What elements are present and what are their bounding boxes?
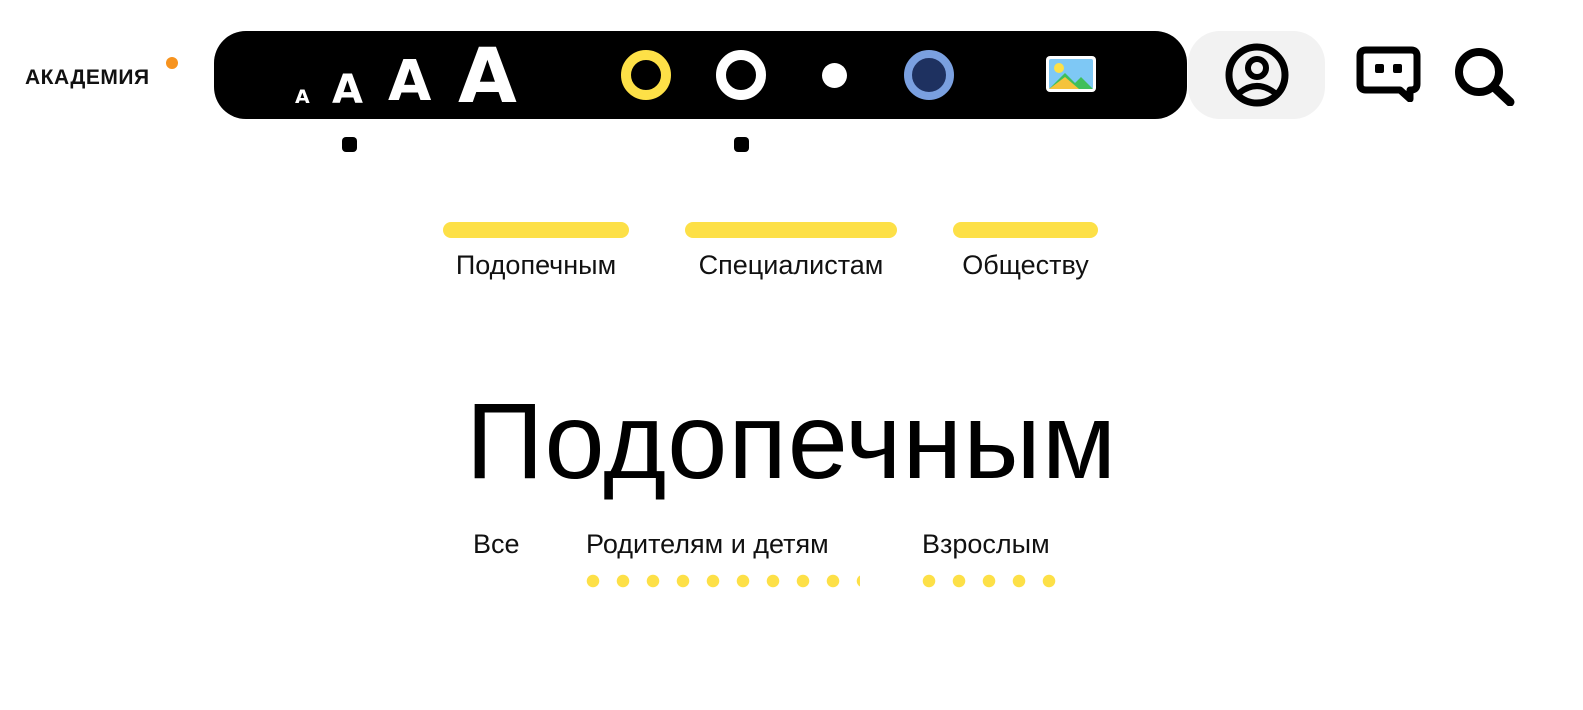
sub-tab-dotted-underline (922, 574, 1068, 588)
audience-tab-society[interactable]: Обществу (953, 222, 1098, 281)
font-size-small-button[interactable]: A (332, 70, 363, 110)
font-size-large-button[interactable]: A (458, 38, 517, 114)
audience-tab-wards[interactable]: Подопечным (443, 222, 629, 281)
sub-tab-label: Все (473, 529, 520, 559)
color-scheme-dot-button[interactable] (822, 63, 847, 88)
user-account-icon (1225, 43, 1289, 107)
tab-indicator (953, 222, 1098, 238)
font-size-smallest-button[interactable]: A (295, 88, 310, 107)
tab-indicator (685, 222, 897, 238)
color-scheme-white-button[interactable] (716, 50, 766, 100)
sub-tab-label: Родителям и детям (586, 529, 829, 559)
sub-tab-parents-and-children[interactable]: Родителям и детям (586, 529, 860, 588)
logo-dot (166, 57, 178, 69)
accessibility-toolbar: A A A A (214, 31, 1187, 119)
color-scheme-blue-button[interactable] (904, 50, 954, 100)
tab-label: Специалистам (698, 250, 884, 280)
selected-color-scheme-marker (734, 137, 749, 152)
tab-label: Подопечным (455, 250, 617, 280)
tab-indicator (443, 222, 629, 238)
chat-icon[interactable] (1356, 46, 1421, 102)
page: АКАДЕМИЯ A A A A Подопечным Специалистам… (0, 0, 1583, 710)
sub-tab-adults[interactable]: Взрослым (922, 529, 1068, 588)
account-button[interactable] (1188, 31, 1325, 119)
tab-label: Обществу (962, 250, 1089, 280)
image-icon[interactable] (1045, 55, 1097, 93)
sub-tab-label: Взрослым (922, 529, 1050, 559)
search-icon[interactable] (1452, 46, 1516, 106)
sub-tab-all[interactable]: Все (473, 529, 520, 560)
logo[interactable]: АКАДЕМИЯ (25, 66, 150, 90)
sub-tab-dotted-underline (586, 574, 860, 588)
audience-tab-specialists[interactable]: Специалистам (685, 222, 897, 281)
color-scheme-yellow-button[interactable] (621, 50, 671, 100)
page-title: Подопечным (465, 380, 1118, 501)
selected-font-size-marker (342, 137, 357, 152)
font-size-medium-button[interactable]: A (388, 54, 431, 110)
